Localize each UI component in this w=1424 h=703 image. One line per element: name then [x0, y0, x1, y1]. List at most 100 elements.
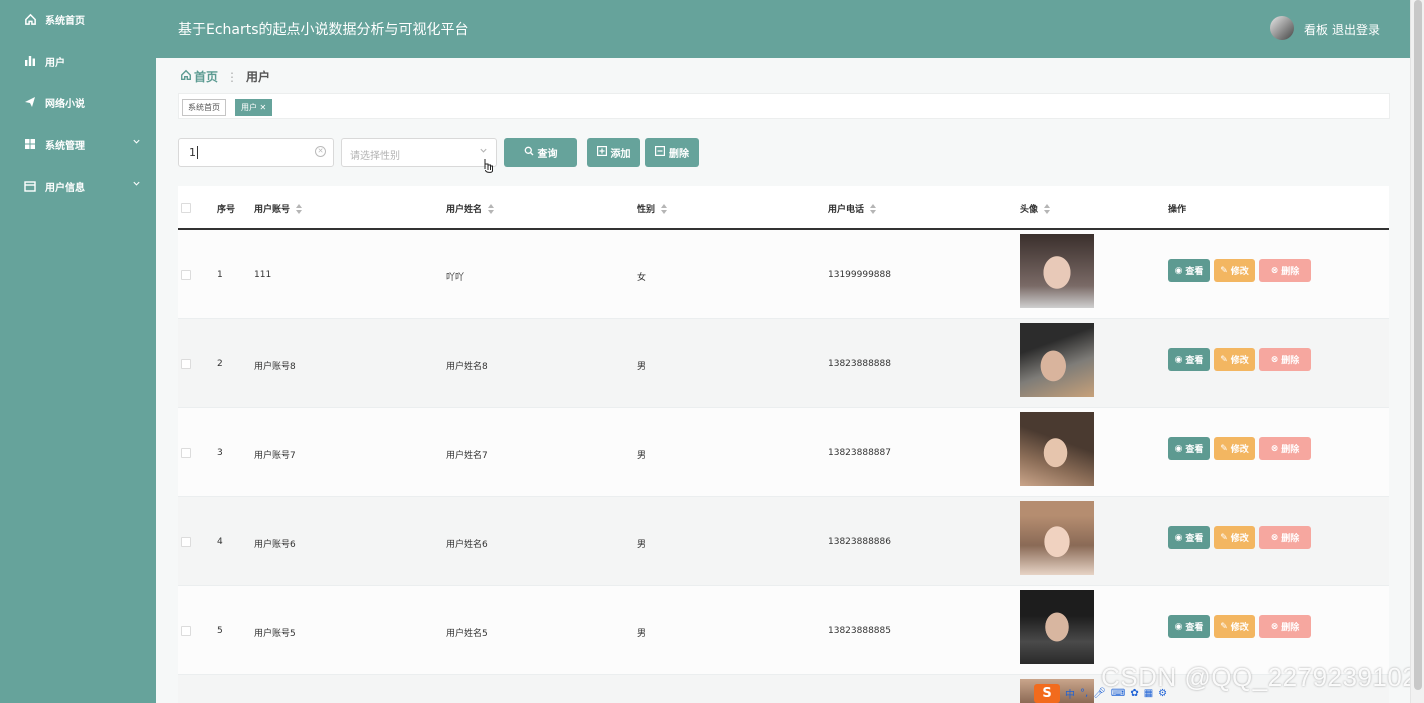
- account-search-input[interactable]: 1 ✕: [178, 138, 334, 167]
- top-header: 基于Echarts的起点小说数据分析与可视化平台 看板 退出登录: [156, 0, 1410, 58]
- edit-button[interactable]: ✎ 修改: [1214, 259, 1255, 282]
- cell-phone: 13823888885: [828, 626, 891, 636]
- cell-index: 1: [217, 270, 223, 280]
- cell-account: 用户账号6: [254, 540, 296, 550]
- user-avatar-image: [1020, 590, 1094, 664]
- delete-circle-icon: ⊗: [1270, 532, 1279, 543]
- ime-language-toggle[interactable]: 中: [1065, 686, 1075, 701]
- table-row: 1 111 吖吖 女 13199999888 ◉ 查看 ✎ 修改 ⊗ 删除: [178, 230, 1389, 319]
- column-header-name[interactable]: 用户姓名: [446, 202, 495, 215]
- column-header-account[interactable]: 用户账号: [254, 202, 303, 215]
- query-button-label: 查询: [537, 149, 558, 160]
- sidebar-item-system[interactable]: 系统管理: [0, 129, 156, 159]
- delete-button[interactable]: ⊗ 删除: [1259, 615, 1311, 638]
- cell-name: 吖吖: [446, 273, 465, 283]
- sidebar-item-userinfo[interactable]: 用户信息: [0, 171, 156, 201]
- column-header-gender[interactable]: 性别: [637, 202, 668, 215]
- sort-icon[interactable]: [488, 203, 495, 214]
- edit-icon: ✎: [1220, 443, 1228, 454]
- row-checkbox[interactable]: [181, 359, 191, 369]
- sidebar-item-label: 系统管理: [45, 140, 85, 152]
- cell-name: 用户姓名5: [446, 629, 488, 639]
- sidebar-item-novel[interactable]: 网络小说: [0, 87, 156, 117]
- sidebar-item-user[interactable]: 用户: [0, 46, 156, 76]
- delete-circle-icon: ⊗: [1270, 621, 1279, 632]
- eye-icon: ◉: [1174, 354, 1183, 365]
- clear-icon[interactable]: ✕: [315, 146, 326, 157]
- sort-icon[interactable]: [870, 203, 877, 214]
- delete-circle-icon: ⊗: [1270, 265, 1279, 276]
- tab-user[interactable]: 用户 ✕: [235, 99, 273, 116]
- close-icon[interactable]: ✕: [257, 103, 267, 112]
- breadcrumb-home[interactable]: 首页: [194, 68, 218, 85]
- bulk-delete-button-label: 删除: [669, 149, 689, 160]
- tab-home[interactable]: 系统首页: [182, 99, 226, 116]
- row-checkbox[interactable]: [181, 448, 191, 458]
- calendar-icon: [23, 179, 37, 193]
- edit-button[interactable]: ✎ 修改: [1214, 615, 1255, 638]
- view-button[interactable]: ◉ 查看: [1168, 437, 1210, 460]
- cell-gender: 男: [637, 451, 647, 461]
- sort-icon[interactable]: [1044, 203, 1051, 214]
- logout-link[interactable]: 退出登录: [1332, 21, 1380, 38]
- column-header-avatar[interactable]: 头像: [1020, 202, 1051, 215]
- tab-bar: 系统首页 用户 ✕: [178, 93, 1390, 119]
- cell-account: 用户账号8: [254, 362, 296, 372]
- plus-square-icon: [596, 146, 607, 159]
- bulk-delete-button[interactable]: 删除: [645, 138, 699, 167]
- row-checkbox[interactable]: [181, 626, 191, 636]
- delete-button[interactable]: ⊗ 删除: [1259, 348, 1311, 371]
- sort-icon[interactable]: [296, 203, 303, 214]
- column-header-phone[interactable]: 用户电话: [828, 202, 877, 215]
- breadcrumb-current: 用户: [246, 70, 271, 84]
- paper-plane-icon: [23, 95, 37, 109]
- cell-phone: 13823888886: [828, 537, 891, 547]
- user-avatar-image: [1020, 412, 1094, 486]
- table-header: 序号 用户账号 用户姓名 性别 用户电话 头像 操作: [178, 186, 1389, 230]
- cell-gender: 男: [637, 540, 647, 550]
- minus-square-icon: [655, 146, 666, 159]
- view-button[interactable]: ◉ 查看: [1168, 259, 1210, 282]
- cell-index: 2: [217, 359, 223, 369]
- dashboard-link[interactable]: 看板: [1304, 21, 1328, 38]
- scrollbar-thumb[interactable]: [1414, 0, 1422, 690]
- home-icon[interactable]: [180, 69, 192, 84]
- edit-icon: ✎: [1220, 354, 1228, 365]
- cell-name: 用户姓名8: [446, 362, 488, 372]
- watermark: CSDN @QQ_2279239102: [1101, 662, 1418, 692]
- sidebar-item-label: 用户信息: [45, 182, 85, 194]
- edit-icon: ✎: [1220, 621, 1228, 632]
- avatar[interactable]: [1270, 16, 1294, 40]
- delete-button[interactable]: ⊗ 删除: [1259, 526, 1311, 549]
- delete-circle-icon: ⊗: [1270, 354, 1279, 365]
- sidebar-item-home[interactable]: 系统首页: [0, 4, 156, 34]
- add-button[interactable]: 添加: [587, 138, 640, 167]
- view-button[interactable]: ◉ 查看: [1168, 615, 1210, 638]
- edit-button[interactable]: ✎ 修改: [1214, 526, 1255, 549]
- view-button[interactable]: ◉ 查看: [1168, 526, 1210, 549]
- query-button[interactable]: 查询: [504, 138, 577, 167]
- sidebar: 系统首页 用户 网络小说 系统管理 用户信息: [0, 0, 156, 703]
- tab-label: 用户: [241, 103, 257, 112]
- cell-phone: 13823888888: [828, 359, 891, 369]
- chevron-down-icon: [132, 179, 141, 191]
- gender-select[interactable]: 请选择性别: [341, 138, 497, 167]
- delete-circle-icon: ⊗: [1270, 443, 1279, 454]
- cell-index: 5: [217, 626, 223, 636]
- row-checkbox[interactable]: [181, 270, 191, 280]
- edit-button[interactable]: ✎ 修改: [1214, 348, 1255, 371]
- home-icon: [23, 12, 37, 26]
- delete-button[interactable]: ⊗ 删除: [1259, 259, 1311, 282]
- edit-button[interactable]: ✎ 修改: [1214, 437, 1255, 460]
- delete-button[interactable]: ⊗ 删除: [1259, 437, 1311, 460]
- ime-punctuation-toggle[interactable]: °,: [1080, 688, 1088, 699]
- sogou-ime-icon[interactable]: S: [1034, 684, 1060, 703]
- sort-icon[interactable]: [661, 203, 668, 214]
- select-all-checkbox[interactable]: [181, 203, 191, 213]
- user-table: 序号 用户账号 用户姓名 性别 用户电话 头像 操作 1 111 吖吖 女 13…: [178, 186, 1389, 703]
- row-checkbox[interactable]: [181, 537, 191, 547]
- mouse-cursor-icon: [482, 158, 494, 174]
- cell-index: 4: [217, 537, 223, 547]
- page-scrollbar[interactable]: [1410, 0, 1424, 703]
- view-button[interactable]: ◉ 查看: [1168, 348, 1210, 371]
